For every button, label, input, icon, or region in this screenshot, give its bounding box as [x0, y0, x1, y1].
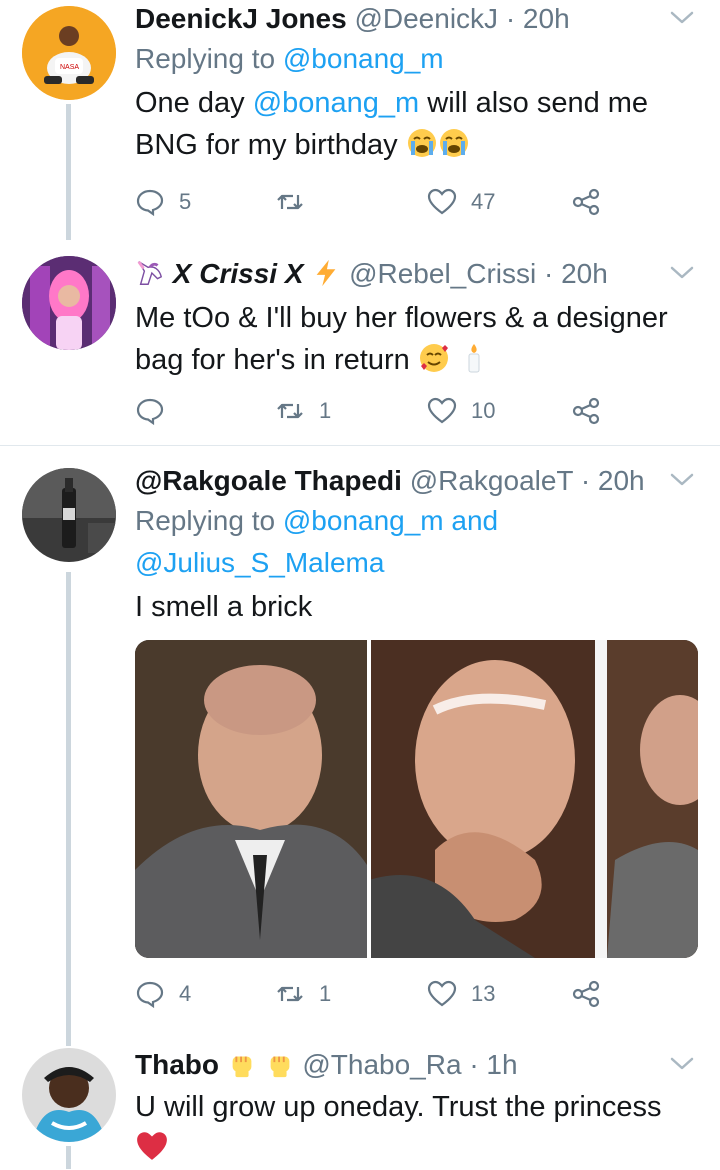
tweet-text-part: bag for her's in return	[135, 344, 410, 376]
candle-emoji	[468, 344, 480, 373]
timestamp[interactable]: · 1h	[469, 1049, 517, 1080]
like-count: 10	[471, 398, 496, 423]
display-name[interactable]: DeenickJ Jones	[135, 3, 347, 34]
reply-icon	[136, 189, 164, 217]
retweet-count: 1	[319, 398, 332, 423]
tweet-text-part: will also send me	[419, 87, 649, 119]
timestamp[interactable]: · 20h	[581, 465, 645, 496]
tweet-text-part: I smell a brick	[135, 591, 313, 623]
replying-to: Replying to @bonang_m and @Julius_S_Male…	[135, 500, 696, 584]
thread-line	[66, 1034, 71, 1046]
reply-mention-link[interactable]: @Julius_S_Malema	[135, 547, 384, 578]
display-name[interactable]: @Rakgoale Thapedi	[135, 465, 402, 496]
chevron-down-icon[interactable]	[668, 261, 696, 283]
share-button[interactable]	[571, 972, 601, 1016]
tweet-actions: 1 10	[135, 389, 615, 433]
timestamp[interactable]: · 20h	[544, 258, 608, 289]
tweet-3[interactable]: @Rakgoale Thapedi @RakgoaleT · 20h Reply…	[0, 446, 720, 1034]
tweet-text-part: U will grow up oneday. Trust the princes…	[135, 1091, 662, 1123]
crying-face-emoji	[439, 129, 468, 157]
reply-button[interactable]: 5	[135, 180, 191, 224]
tweet-text: I smell a brick	[135, 586, 696, 628]
timestamp[interactable]: · 20h	[506, 3, 570, 34]
display-name[interactable]: Thabo	[135, 1049, 219, 1080]
retweet-button[interactable]: 1	[275, 972, 331, 1016]
mention-link[interactable]: @bonang_m	[253, 87, 420, 119]
tweet-1[interactable]: NASA DeenickJ Jones @DeenickJ · 20h Repl…	[0, 0, 720, 240]
reply-button[interactable]	[135, 389, 179, 433]
handle[interactable]: @DeenickJ	[354, 3, 498, 34]
like-button[interactable]: 13	[427, 972, 495, 1016]
retweet-count: 1	[319, 981, 332, 1006]
like-button[interactable]: 10	[427, 389, 495, 433]
display-name[interactable]: X Crissi X	[173, 258, 304, 289]
raised-fist-emoji	[232, 1056, 252, 1078]
unicorn-emoji	[137, 260, 163, 285]
tweet-header: @Rakgoale Thapedi @RakgoaleT · 20h	[135, 462, 696, 500]
tweet-text: U will grow up oneday. Trust the princes…	[135, 1086, 696, 1170]
replying-to-label: Replying to	[135, 505, 283, 536]
tweet-header: X Crissi X @Rebel_Crissi · 20h	[135, 255, 696, 293]
tweet-text: One day @bonang_m will also send me BNG …	[135, 82, 696, 166]
thread-line	[66, 1146, 71, 1169]
share-icon	[572, 188, 600, 216]
tweet-2[interactable]: X Crissi X @Rebel_Crissi · 20h Me tOo & …	[0, 240, 720, 445]
tweet-text-part: BNG for my birthday	[135, 129, 398, 161]
like-button[interactable]: 47	[427, 180, 495, 224]
retweet-button[interactable]: 1	[275, 389, 331, 433]
tweet-4[interactable]: Thabo @Thabo_Ra · 1h U will grow up oned…	[0, 1034, 720, 1169]
avatar[interactable]: NASA	[22, 6, 116, 100]
retweet-icon	[277, 194, 303, 210]
tweet-text-part: One day	[135, 87, 253, 119]
raised-fist-emoji	[270, 1056, 289, 1078]
replying-to: Replying to @bonang_m	[135, 38, 696, 80]
thread-line	[66, 572, 71, 1034]
red-heart-emoji	[137, 1132, 167, 1160]
share-button[interactable]	[571, 180, 601, 224]
retweet-icon	[277, 986, 303, 1002]
crying-face-emoji	[407, 129, 436, 157]
tweet-text: Me tOo & I'll buy her flowers & a design…	[135, 297, 696, 381]
reply-mention-link[interactable]: @bonang_m and	[283, 505, 498, 536]
replying-to-label: Replying to	[135, 43, 283, 74]
svg-text:NASA: NASA	[60, 64, 79, 71]
reply-button[interactable]: 4	[135, 972, 191, 1016]
share-button[interactable]	[571, 389, 601, 433]
tweet-header: Thabo @Thabo_Ra · 1h	[135, 1046, 696, 1084]
reply-count: 5	[179, 189, 192, 214]
chevron-down-icon[interactable]	[668, 6, 696, 28]
tweet-actions: 5 47	[135, 180, 615, 224]
like-count: 13	[471, 981, 496, 1006]
tweet-actions: 4 1 13	[135, 972, 615, 1016]
handle[interactable]: @Rebel_Crissi	[349, 258, 536, 289]
retweet-button[interactable]	[275, 180, 319, 224]
like-count: 47	[471, 189, 496, 214]
share-icon	[572, 397, 600, 425]
tweet-photo[interactable]	[135, 640, 698, 958]
retweet-icon	[277, 403, 303, 419]
reply-count: 4	[179, 981, 192, 1006]
like-icon	[427, 397, 457, 424]
like-icon	[427, 980, 457, 1007]
chevron-down-icon[interactable]	[668, 1052, 696, 1074]
reply-mention-link[interactable]: @bonang_m	[283, 43, 444, 74]
reply-icon	[136, 398, 164, 426]
avatar[interactable]	[22, 468, 116, 562]
avatar[interactable]	[22, 1048, 116, 1142]
tweet-text-part: Me tOo & I'll buy her flowers & a design…	[135, 302, 668, 334]
handle[interactable]: @Thabo_Ra	[302, 1049, 461, 1080]
handle[interactable]: @RakgoaleT	[410, 465, 573, 496]
tweet-header: DeenickJ Jones @DeenickJ · 20h	[135, 0, 696, 38]
lightning-emoji	[316, 259, 336, 287]
chevron-down-icon[interactable]	[668, 468, 696, 490]
smiling-face-hearts-emoji	[419, 344, 448, 372]
thread-line	[66, 104, 71, 240]
reply-icon	[136, 981, 164, 1009]
like-icon	[427, 188, 457, 215]
avatar[interactable]	[22, 256, 116, 350]
share-icon	[572, 980, 600, 1008]
